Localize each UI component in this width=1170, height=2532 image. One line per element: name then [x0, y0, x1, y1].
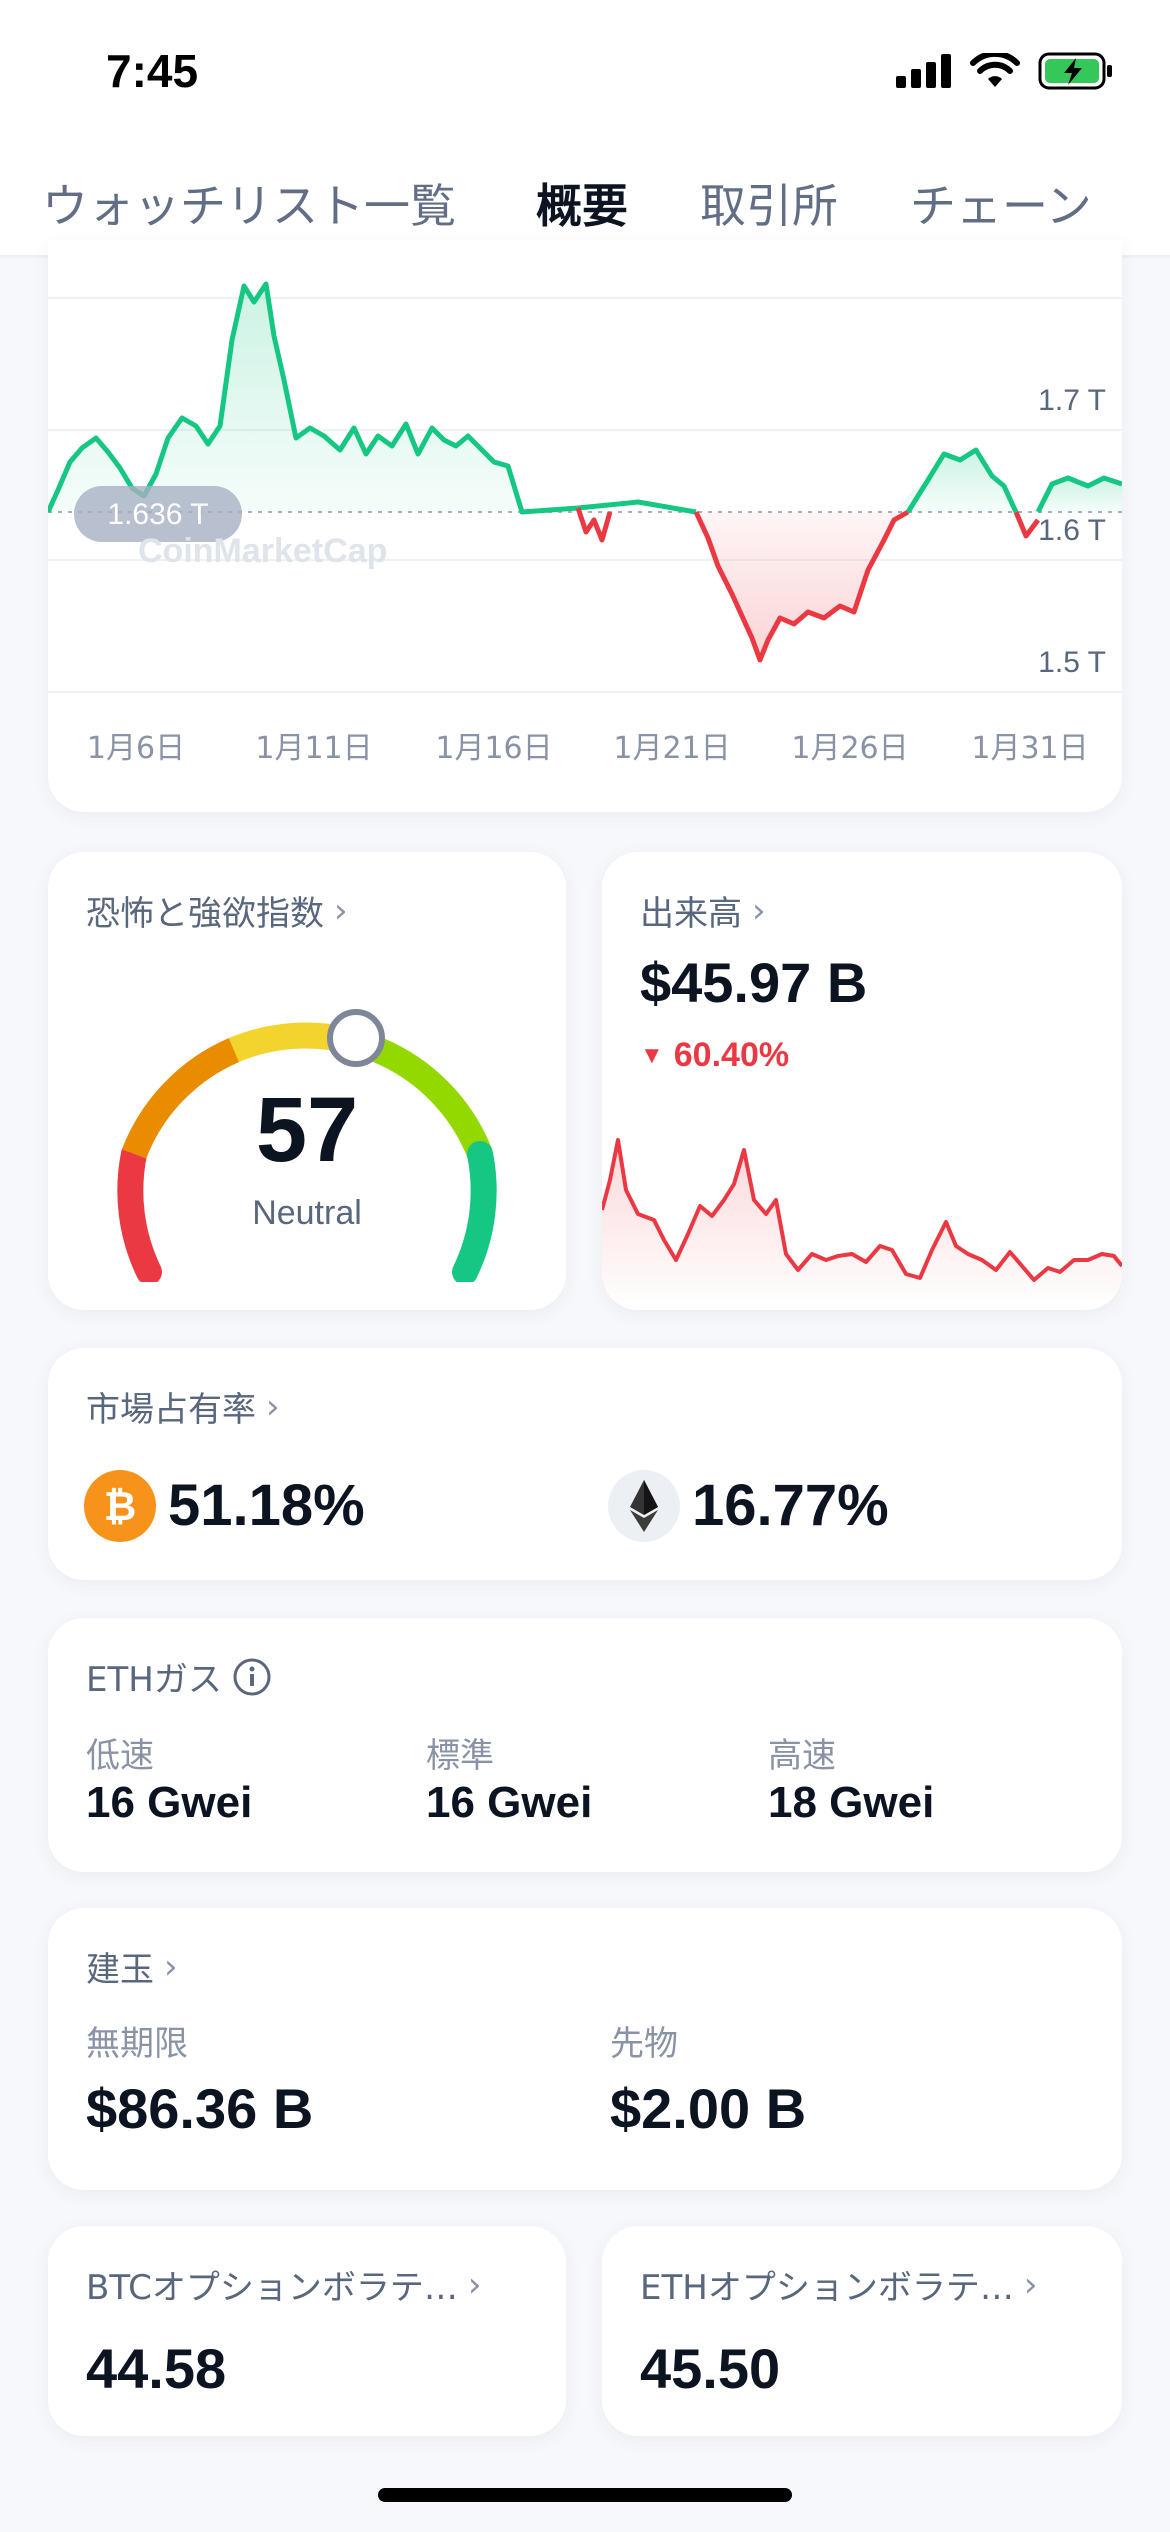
tab-watchlist[interactable]: ウォッチリスト一覧	[42, 170, 456, 236]
chevron-right-icon: ›	[1023, 2264, 1038, 2305]
fear-greed-value: 57	[255, 1079, 359, 1181]
btc-vol-title: BTCオプションボラテ…	[86, 2268, 458, 2308]
btc-vol-title-row: BTCオプションボラテ… ›	[86, 2260, 481, 2309]
dominance-title-row: 市場占有率 ›	[86, 1382, 280, 1431]
btc-vol-value: 44.58	[86, 2337, 227, 2400]
volume-title: 出来高	[640, 894, 742, 934]
gas-slow-value: 16 Gwei	[86, 1778, 253, 1827]
eth-dominance-value: 16.77%	[692, 1473, 889, 1538]
gas-fast-value: 18 Gwei	[768, 1778, 935, 1827]
y-tick-label: 1.6 T	[1038, 514, 1106, 547]
volume-title-row: 出来高 ›	[640, 886, 766, 935]
market-cap-up-area	[48, 284, 522, 512]
eth-gas-card[interactable]: ETHガス 低速 16 Gwei 標準 16 Gwei 高速 18 Gwei	[48, 1618, 1122, 1872]
fear-greed-label: Neutral	[252, 1194, 362, 1232]
volume-sparkline	[602, 1138, 1122, 1310]
gas-slow-label: 低速	[86, 1736, 154, 1776]
volume-change-value: 60.40%	[673, 1036, 790, 1074]
volume-card[interactable]: 出来高 › $45.97 B ▼ 60.40%	[602, 852, 1122, 1310]
fear-greed-card[interactable]: 恐怖と強欲指数 › 57 Neutral	[48, 852, 566, 1310]
chevron-right-icon: ›	[164, 1946, 178, 1987]
eth-vol-value: 45.50	[640, 2337, 781, 2400]
x-tick-label: 1月6日	[87, 731, 185, 766]
volume-sparkline-area	[602, 1140, 1122, 1310]
market-dominance-card[interactable]: 市場占有率 › ₿ 51.18% 16.77%	[48, 1348, 1122, 1580]
home-indicator[interactable]	[378, 2488, 792, 2502]
volume-value: $45.97 B	[640, 951, 868, 1014]
ethereum-icon	[608, 1470, 680, 1542]
baseline-value-label: 1.636 T	[107, 498, 208, 531]
caret-down-icon: ▼	[640, 1041, 664, 1069]
status-time: 7:45	[106, 45, 199, 97]
open-interest-card[interactable]: 建玉 › 無期限 $86.36 B 先物 $2.00 B	[48, 1908, 1122, 2190]
market-cap-chart-card[interactable]: 1.636 T CoinMarketCap 1.7 T 1.6 T 1.5 T …	[48, 240, 1122, 812]
btc-option-volatility-card[interactable]: BTCオプションボラテ… › 44.58	[48, 2226, 566, 2436]
gas-standard-value: 16 Gwei	[426, 1778, 593, 1827]
market-cap-line-down-c	[1013, 511, 1040, 539]
x-tick-label: 1月11日	[255, 731, 372, 766]
x-tick-label: 1月21日	[613, 731, 730, 766]
btc-dominance-value: 51.18%	[168, 1473, 365, 1538]
eth-vol-title-row: ETHオプションボラテ… ›	[640, 2260, 1037, 2309]
x-tick-label: 1月16日	[435, 731, 552, 766]
eth-gas-title: ETHガス	[86, 1660, 222, 1700]
futures-value: $2.00 B	[610, 2077, 807, 2140]
market-cap-chart[interactable]: 1.636 T CoinMarketCap 1.7 T 1.6 T 1.5 T …	[48, 240, 1122, 812]
eth-gas-title-row: ETHガス	[86, 1652, 272, 1701]
svg-text:₿: ₿	[104, 1485, 137, 1529]
gas-standard-label: 標準	[426, 1736, 494, 1776]
open-interest-title: 建玉	[86, 1950, 154, 1990]
x-tick-label: 1月26日	[791, 731, 908, 766]
eth-vol-title: ETHオプションボラテ…	[640, 2268, 1014, 2308]
bitcoin-icon: ₿	[84, 1470, 156, 1542]
perpetual-label: 無期限	[86, 2024, 188, 2064]
status-icons	[896, 52, 1114, 90]
volume-change: ▼ 60.40%	[640, 1036, 789, 1075]
wifi-icon	[970, 53, 1020, 87]
tab-chains[interactable]: チェーン	[910, 170, 1092, 236]
y-tick-label: 1.7 T	[1038, 384, 1106, 417]
fear-greed-title-row: 恐怖と強欲指数 ›	[86, 886, 348, 935]
market-cap-line-down-a	[575, 507, 613, 543]
futures-label: 先物	[610, 2024, 678, 2064]
gauge-indicator-knob	[327, 1009, 385, 1067]
tab-overview[interactable]: 概要	[536, 170, 628, 236]
dominance-title: 市場占有率	[86, 1390, 256, 1430]
cellular-signal-icon	[896, 54, 951, 88]
y-tick-label: 1.5 T	[1038, 646, 1106, 679]
info-icon[interactable]	[232, 1657, 272, 1697]
eth-option-volatility-card[interactable]: ETHオプションボラテ… › 45.50	[602, 2226, 1122, 2436]
gas-fast-label: 高速	[768, 1736, 836, 1776]
fear-greed-title: 恐怖と強欲指数	[86, 894, 324, 934]
chevron-right-icon: ›	[467, 2264, 482, 2305]
status-bar: 7:45	[0, 0, 1170, 140]
open-interest-title-row: 建玉 ›	[86, 1942, 178, 1991]
battery-charging-icon	[1038, 52, 1112, 90]
chevron-right-icon: ›	[266, 1386, 280, 1427]
coinmarketcap-watermark: CoinMarketCap	[138, 532, 387, 570]
tab-exchanges[interactable]: 取引所	[700, 170, 838, 236]
x-tick-label: 1月31日	[971, 731, 1088, 766]
perpetual-value: $86.36 B	[86, 2077, 314, 2140]
chevron-right-icon: ›	[334, 890, 348, 931]
chevron-right-icon: ›	[752, 890, 766, 931]
